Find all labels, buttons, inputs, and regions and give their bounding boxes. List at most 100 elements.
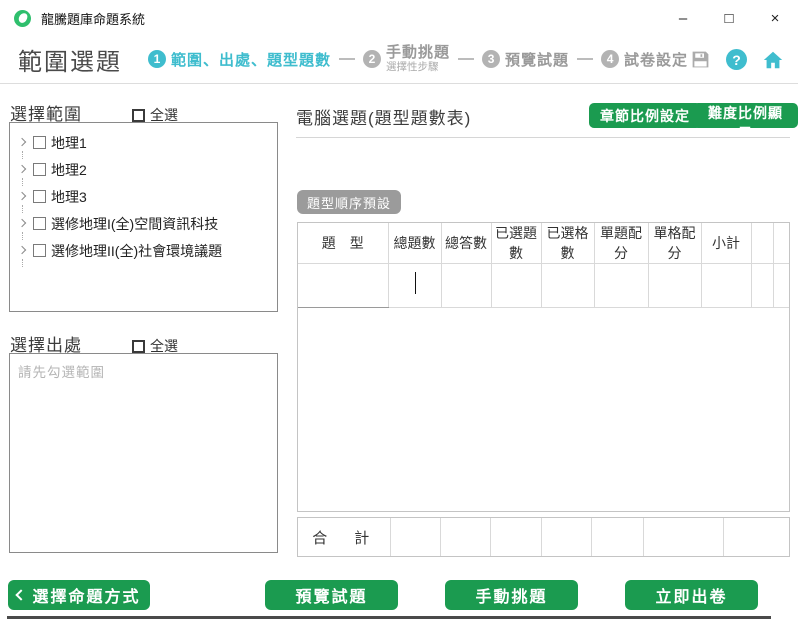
tree-checkbox[interactable] bbox=[33, 163, 46, 176]
step-4-label: 試卷設定 bbox=[624, 51, 689, 69]
tree-item-label: 選修地理I(全)空間資訊科技 bbox=[51, 215, 219, 232]
tree-item-label: 地理2 bbox=[51, 161, 87, 178]
home-icon bbox=[763, 51, 783, 68]
tree-item-geo1[interactable]: 地理1 bbox=[16, 129, 273, 159]
computer-selection-title: 電腦選題(題型題數表) bbox=[296, 109, 472, 128]
header-selected-questions: 已選題數 bbox=[491, 223, 542, 264]
header-total-questions: 總題數 bbox=[388, 223, 442, 264]
close-button[interactable]: × bbox=[752, 0, 798, 36]
step-separator bbox=[458, 58, 475, 61]
tree-item-elective1[interactable]: 選修地理I(全)空間資訊科技 bbox=[16, 210, 273, 240]
chevron-right-icon[interactable] bbox=[17, 164, 27, 173]
cell-empty[interactable] bbox=[773, 263, 789, 308]
generate-exam-button-label: 立即出卷 bbox=[655, 589, 728, 606]
tree-item-geo3[interactable]: 地理3 bbox=[16, 183, 273, 213]
step-4-exam-settings[interactable]: 4 試卷設定 bbox=[601, 49, 688, 70]
total-row: 合 計 bbox=[297, 517, 790, 557]
help-button[interactable]: ? bbox=[726, 49, 747, 70]
back-button-label: 選擇命題方式 bbox=[32, 589, 141, 606]
back-button[interactable]: 選擇命題方式 bbox=[8, 580, 150, 610]
tree-item-label: 選修地理II(全)社會環境議題 bbox=[51, 242, 223, 259]
range-select-all-checkbox[interactable] bbox=[132, 108, 145, 122]
manual-pick-button-label: 手動挑題 bbox=[475, 589, 548, 606]
chevron-right-icon[interactable] bbox=[17, 137, 27, 146]
home-button[interactable] bbox=[762, 49, 784, 71]
tree-checkbox[interactable] bbox=[33, 190, 46, 203]
header-question-type: 題 型 bbox=[298, 223, 389, 264]
header-subtotal: 小計 bbox=[701, 223, 752, 264]
tree-checkbox[interactable] bbox=[33, 217, 46, 230]
save-icon bbox=[692, 51, 708, 68]
help-icon: ? bbox=[732, 51, 741, 68]
table-header-row: 題 型 總題數 總答數 已選題數 已選格數 單題配分 單格配分 小計 bbox=[298, 223, 789, 264]
range-tree: 地理1 地理2 地理3 選修地理I(全)空間資訊科技 選修地理II(全)社會環境… bbox=[9, 122, 278, 312]
question-type-order-button[interactable]: 題型順序預設 bbox=[297, 190, 402, 214]
preview-button-label: 預覽試題 bbox=[295, 589, 368, 606]
chevron-right-icon[interactable] bbox=[17, 245, 27, 254]
text-cursor bbox=[414, 272, 416, 294]
step-1-range[interactable]: 1 範圍、出處、題型題數 bbox=[148, 49, 331, 70]
cell-total-answers[interactable] bbox=[441, 263, 492, 308]
preview-button[interactable]: 預覽試題 bbox=[265, 580, 398, 610]
page-header: 範圍選題 1 範圍、出處、題型題數 2 手動挑題 選擇性步驟 3 預覽試題 4 … bbox=[0, 36, 798, 84]
total-cell bbox=[390, 518, 441, 556]
step-3-circle: 3 bbox=[482, 50, 501, 69]
cell-subtotal[interactable] bbox=[701, 263, 752, 308]
header-selected-cells: 已選格數 bbox=[541, 223, 595, 264]
step-1-circle: 1 bbox=[148, 50, 166, 69]
total-cell bbox=[643, 518, 724, 556]
cell-total-questions[interactable] bbox=[388, 263, 442, 308]
cell-selected-questions[interactable] bbox=[491, 263, 542, 308]
tree-item-elective2[interactable]: 選修地理II(全)社會環境議題 bbox=[16, 237, 273, 267]
header-empty bbox=[773, 223, 789, 264]
step-2-manual-pick[interactable]: 2 手動挑題 選擇性步驟 bbox=[363, 45, 450, 73]
manual-pick-button[interactable]: 手動挑題 bbox=[445, 580, 578, 610]
table-row bbox=[298, 263, 789, 308]
tree-item-label: 地理3 bbox=[51, 188, 87, 205]
step-3-label: 預覽試題 bbox=[505, 51, 570, 69]
cell-score-per-cell[interactable] bbox=[648, 263, 702, 308]
generate-exam-button[interactable]: 立即出卷 bbox=[625, 580, 758, 610]
total-cell bbox=[490, 518, 542, 556]
maximize-button[interactable]: □ bbox=[706, 0, 752, 36]
chevron-right-icon[interactable] bbox=[17, 218, 27, 227]
tree-item-label: 地理1 bbox=[51, 134, 87, 151]
difficulty-ratio-button[interactable]: 難度比例顯示 bbox=[693, 103, 798, 141]
cell-question-type[interactable] bbox=[298, 263, 389, 308]
header-total-answers: 總答數 bbox=[441, 223, 492, 264]
header-score-per-question: 單題配分 bbox=[594, 223, 649, 264]
total-cell bbox=[723, 518, 789, 556]
cell-empty[interactable] bbox=[751, 263, 774, 308]
tree-checkbox[interactable] bbox=[33, 244, 46, 257]
cell-selected-cells[interactable] bbox=[541, 263, 595, 308]
total-cell bbox=[591, 518, 644, 556]
source-select-all-checkbox[interactable] bbox=[132, 339, 145, 353]
save-button[interactable] bbox=[689, 49, 711, 71]
total-cell bbox=[440, 518, 491, 556]
minimize-button[interactable]: – bbox=[660, 0, 706, 36]
step-2-circle: 2 bbox=[363, 50, 382, 69]
total-cell bbox=[541, 518, 592, 556]
window-bottom-edge bbox=[7, 616, 771, 619]
source-placeholder: 請先勾選範圍 bbox=[18, 365, 105, 380]
question-type-table: 題 型 總題數 總答數 已選題數 已選格數 單題配分 單格配分 小計 bbox=[297, 222, 790, 512]
step-3-preview[interactable]: 3 預覽試題 bbox=[482, 49, 569, 70]
chapter-ratio-button[interactable]: 章節比例設定 bbox=[589, 103, 701, 128]
right-panel-divider bbox=[296, 137, 790, 138]
step-4-circle: 4 bbox=[601, 50, 620, 69]
header-score-per-cell: 單格配分 bbox=[648, 223, 702, 264]
page-title: 範圍選題 bbox=[18, 49, 122, 76]
source-list[interactable]: 請先勾選範圍 bbox=[9, 353, 278, 553]
tree-checkbox[interactable] bbox=[33, 136, 46, 149]
chevron-right-icon[interactable] bbox=[17, 191, 27, 200]
step-2-sublabel: 選擇性步驟 bbox=[386, 60, 439, 73]
total-label: 合 計 bbox=[298, 518, 391, 556]
app-logo-icon bbox=[14, 9, 31, 27]
tree-item-geo2[interactable]: 地理2 bbox=[16, 156, 273, 186]
cell-score-per-question[interactable] bbox=[594, 263, 649, 308]
step-separator bbox=[577, 58, 594, 61]
stepper: 1 範圍、出處、題型題數 2 手動挑題 選擇性步驟 3 預覽試題 4 試卷設定 bbox=[148, 45, 688, 73]
header-empty bbox=[751, 223, 774, 264]
chevron-left-icon bbox=[15, 589, 28, 601]
step-separator bbox=[339, 58, 356, 61]
